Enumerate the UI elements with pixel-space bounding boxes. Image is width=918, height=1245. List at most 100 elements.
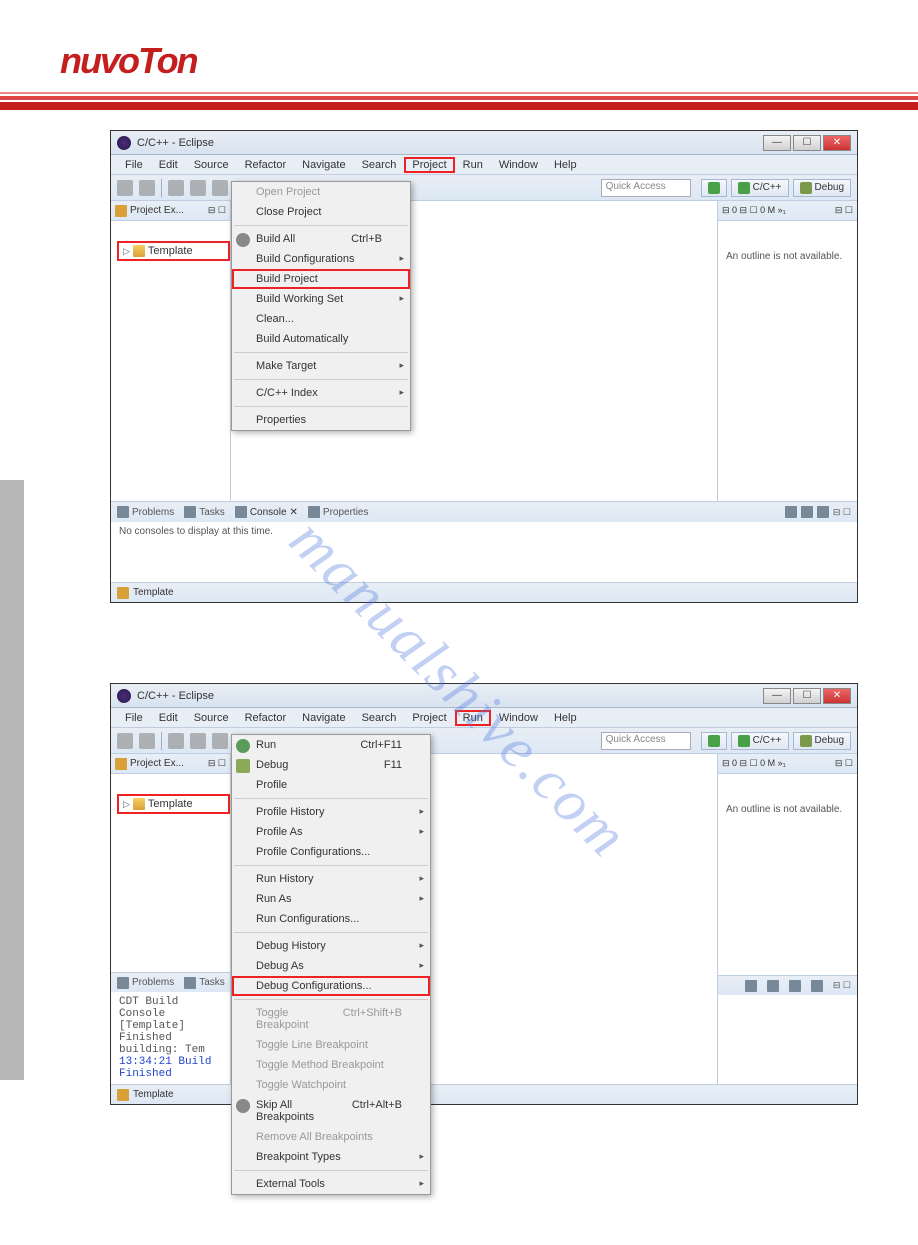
- console-tb-icon[interactable]: [801, 506, 813, 518]
- pane-controls-icon[interactable]: ⊟ ☐: [208, 758, 226, 769]
- menu-run[interactable]: Run: [455, 157, 491, 173]
- persp-debug[interactable]: Debug: [793, 732, 851, 750]
- persp-open[interactable]: [701, 179, 727, 197]
- tb-run-icon[interactable]: [212, 180, 228, 196]
- console-tb-icon[interactable]: [745, 980, 757, 992]
- menu-project[interactable]: Project: [404, 157, 454, 173]
- tb-save-icon[interactable]: [139, 733, 155, 749]
- menu-item-build-automatically[interactable]: Build Automatically: [232, 329, 410, 349]
- minimize-button[interactable]: —: [763, 135, 791, 151]
- tab-console[interactable]: Console ✕: [235, 506, 298, 518]
- pane-ctrl-icon[interactable]: ⊟ ☐: [835, 205, 853, 216]
- menu-item-clean[interactable]: Clean...: [232, 309, 410, 329]
- menu-item-skip-all-breakpoints[interactable]: Skip All BreakpointsCtrl+Alt+B: [232, 1095, 430, 1127]
- tab-tasks[interactable]: Tasks: [184, 506, 225, 518]
- pane-ctrl-icon[interactable]: ⊟ ☐: [835, 758, 853, 769]
- menu-item-build-working-set[interactable]: Build Working Set: [232, 289, 410, 309]
- menu-separator: [234, 352, 408, 353]
- pane-controls-icon[interactable]: ⊟ ☐: [208, 205, 226, 216]
- menu-item-c-c-index[interactable]: C/C++ Index: [232, 383, 410, 403]
- menu-item-make-target[interactable]: Make Target: [232, 356, 410, 376]
- close-button[interactable]: ✕: [823, 688, 851, 704]
- menu-navigate[interactable]: Navigate: [294, 710, 353, 726]
- tb-new-icon[interactable]: [117, 733, 133, 749]
- menu-help[interactable]: Help: [546, 710, 585, 726]
- maximize-button[interactable]: ☐: [793, 135, 821, 151]
- menu-item-run-as[interactable]: Run As: [232, 889, 430, 909]
- menu-item-profile-history[interactable]: Profile History: [232, 802, 430, 822]
- console-tb-icon[interactable]: [817, 506, 829, 518]
- tb-save-icon[interactable]: [139, 180, 155, 196]
- menu-source[interactable]: Source: [186, 157, 237, 173]
- tree-item-template[interactable]: ▷ Template: [117, 794, 230, 814]
- menu-search[interactable]: Search: [354, 710, 405, 726]
- persp-open[interactable]: [701, 732, 727, 750]
- menu-refactor[interactable]: Refactor: [237, 710, 295, 726]
- tb-build-icon[interactable]: [168, 180, 184, 196]
- menu-item-build-all[interactable]: Build AllCtrl+B: [232, 229, 410, 249]
- tab-problems[interactable]: Problems: [117, 977, 174, 989]
- close-button[interactable]: ✕: [823, 135, 851, 151]
- menu-item-build-project[interactable]: Build Project: [232, 269, 410, 289]
- menu-item-close-project[interactable]: Close Project: [232, 202, 410, 222]
- menu-item-debug[interactable]: DebugF11: [232, 755, 430, 775]
- menu-item-profile[interactable]: Profile: [232, 775, 430, 795]
- persp-ccpp[interactable]: C/C++: [731, 732, 789, 750]
- console-tb-icon[interactable]: [785, 506, 797, 518]
- menu-item-label: Build Working Set: [256, 293, 343, 305]
- tb-build-icon[interactable]: [168, 733, 184, 749]
- menu-item-run-history[interactable]: Run History: [232, 869, 430, 889]
- console-line: CDT Build Console [Template]: [119, 996, 222, 1032]
- bottom-panel: Problems Tasks Console ✕ Properties ⊟ ☐ …: [111, 501, 857, 582]
- menu-navigate[interactable]: Navigate: [294, 157, 353, 173]
- tb-debug-icon[interactable]: [190, 180, 206, 196]
- persp-ccpp[interactable]: C/C++: [731, 179, 789, 197]
- menu-item-debug-history[interactable]: Debug History: [232, 936, 430, 956]
- menu-item-debug-as[interactable]: Debug As: [232, 956, 430, 976]
- minimize-button[interactable]: —: [763, 688, 791, 704]
- quick-access[interactable]: Quick Access: [601, 732, 691, 750]
- menu-item-breakpoint-types[interactable]: Breakpoint Types: [232, 1147, 430, 1167]
- menu-item-run-configurations[interactable]: Run Configurations...: [232, 909, 430, 929]
- menu-item-run[interactable]: RunCtrl+F11: [232, 735, 430, 755]
- persp-debug[interactable]: Debug: [793, 179, 851, 197]
- menu-file[interactable]: File: [117, 710, 151, 726]
- menu-help[interactable]: Help: [546, 157, 585, 173]
- maximize-button[interactable]: ☐: [793, 688, 821, 704]
- pane-ctrl-icon[interactable]: ⊟ ☐: [833, 980, 851, 991]
- menu-item-profile-configurations[interactable]: Profile Configurations...: [232, 842, 430, 862]
- menu-item-debug-configurations[interactable]: Debug Configurations...: [232, 976, 430, 996]
- menu-project[interactable]: Project: [404, 710, 454, 726]
- quick-access[interactable]: Quick Access: [601, 179, 691, 197]
- pane-ctrl-icon[interactable]: ⊟ ☐: [833, 507, 851, 518]
- menu-edit[interactable]: Edit: [151, 710, 186, 726]
- menu-item-profile-as[interactable]: Profile As: [232, 822, 430, 842]
- menu-item-build-configurations[interactable]: Build Configurations: [232, 249, 410, 269]
- project-icon: [133, 798, 145, 810]
- menu-run[interactable]: Run: [455, 710, 491, 726]
- menu-file[interactable]: File: [117, 157, 151, 173]
- ccpp-icon: [738, 735, 750, 747]
- tb-debug-icon[interactable]: [190, 733, 206, 749]
- console-tb-icon[interactable]: [811, 980, 823, 992]
- menu-refactor[interactable]: Refactor: [237, 157, 295, 173]
- tb-new-icon[interactable]: [117, 180, 133, 196]
- console-tb-icon[interactable]: [767, 980, 779, 992]
- tab-properties[interactable]: Properties: [308, 506, 369, 518]
- menu-source[interactable]: Source: [186, 710, 237, 726]
- menu-window[interactable]: Window: [491, 157, 546, 173]
- menu-window[interactable]: Window: [491, 710, 546, 726]
- menu-item-properties[interactable]: Properties: [232, 410, 410, 430]
- ccpp-icon: [738, 182, 750, 194]
- menu-edit[interactable]: Edit: [151, 157, 186, 173]
- tb-run-icon[interactable]: [212, 733, 228, 749]
- menu-item-label: Profile History: [256, 806, 324, 818]
- console-tb-icon[interactable]: [789, 980, 801, 992]
- menu-item-external-tools[interactable]: External Tools: [232, 1174, 430, 1194]
- tab-tasks-label: Tasks: [199, 507, 225, 518]
- tab-problems[interactable]: Problems: [117, 506, 174, 518]
- menu-search[interactable]: Search: [354, 157, 405, 173]
- tree-item-template[interactable]: ▷ Template: [117, 241, 230, 261]
- tab-tasks[interactable]: Tasks: [184, 977, 225, 989]
- menu-separator: [234, 798, 428, 799]
